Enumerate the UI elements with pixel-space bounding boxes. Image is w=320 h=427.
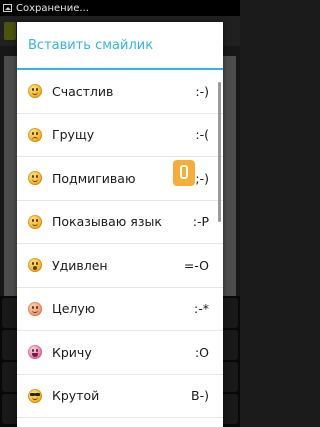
smiley-code: =-O — [183, 257, 209, 273]
smiley-label: Счастлив — [52, 83, 114, 99]
smiley-label: Крутой — [52, 388, 100, 404]
smile-icon — [28, 84, 42, 99]
watermark-logo — [173, 160, 195, 186]
smiley-label: Грущу — [52, 127, 95, 143]
smiley-item-surprised[interactable]: Удивлен =-O — [17, 244, 223, 288]
smiley-label: Показываю язык — [52, 214, 162, 230]
list-scrollbar[interactable] — [218, 82, 221, 222]
wink-icon — [28, 171, 42, 186]
smiley-item-shout[interactable]: Кричу :O — [17, 331, 223, 375]
sad-icon — [28, 127, 42, 142]
cool-icon — [28, 388, 42, 403]
gallery-icon — [3, 4, 12, 12]
smiley-label: Удивлен — [52, 257, 108, 273]
smiley-label: Целую — [52, 301, 96, 317]
smiley-code: :-) — [195, 83, 209, 99]
status-text: Сохранение... — [16, 2, 89, 14]
smiley-code: :O — [194, 344, 209, 360]
smiley-item-kiss[interactable]: Целую :-* — [17, 288, 223, 331]
smiley-item-tongue[interactable]: Показываю язык :-P — [17, 201, 223, 244]
tongue-icon — [28, 214, 42, 229]
smiley-code: B-) — [191, 388, 209, 404]
smiley-code: :-( — [195, 127, 209, 143]
smiley-code: ;-) — [195, 170, 209, 186]
status-bar: Сохранение... — [0, 0, 240, 16]
smiley-code: :-* — [194, 301, 209, 317]
smiley-item-happy[interactable]: Счастлив :-) — [17, 70, 223, 114]
smiley-item-sad[interactable]: Грущу :-( — [17, 114, 223, 157]
smiley-list: Счастлив :-) Грущу :-( Подмигиваю ;-) По… — [17, 70, 223, 418]
surprised-icon — [28, 258, 42, 273]
dialog-title: Вставить смайлик — [28, 37, 154, 53]
smiley-code: :-P — [192, 214, 209, 230]
kiss-icon — [28, 301, 42, 316]
smiley-item-cool[interactable]: Крутой B-) — [17, 375, 223, 418]
smiley-label: Кричу — [52, 344, 92, 360]
insert-smiley-dialog: Вставить смайлик Счастлив :-) Грущу :-( … — [17, 22, 223, 427]
shout-icon — [28, 345, 42, 360]
